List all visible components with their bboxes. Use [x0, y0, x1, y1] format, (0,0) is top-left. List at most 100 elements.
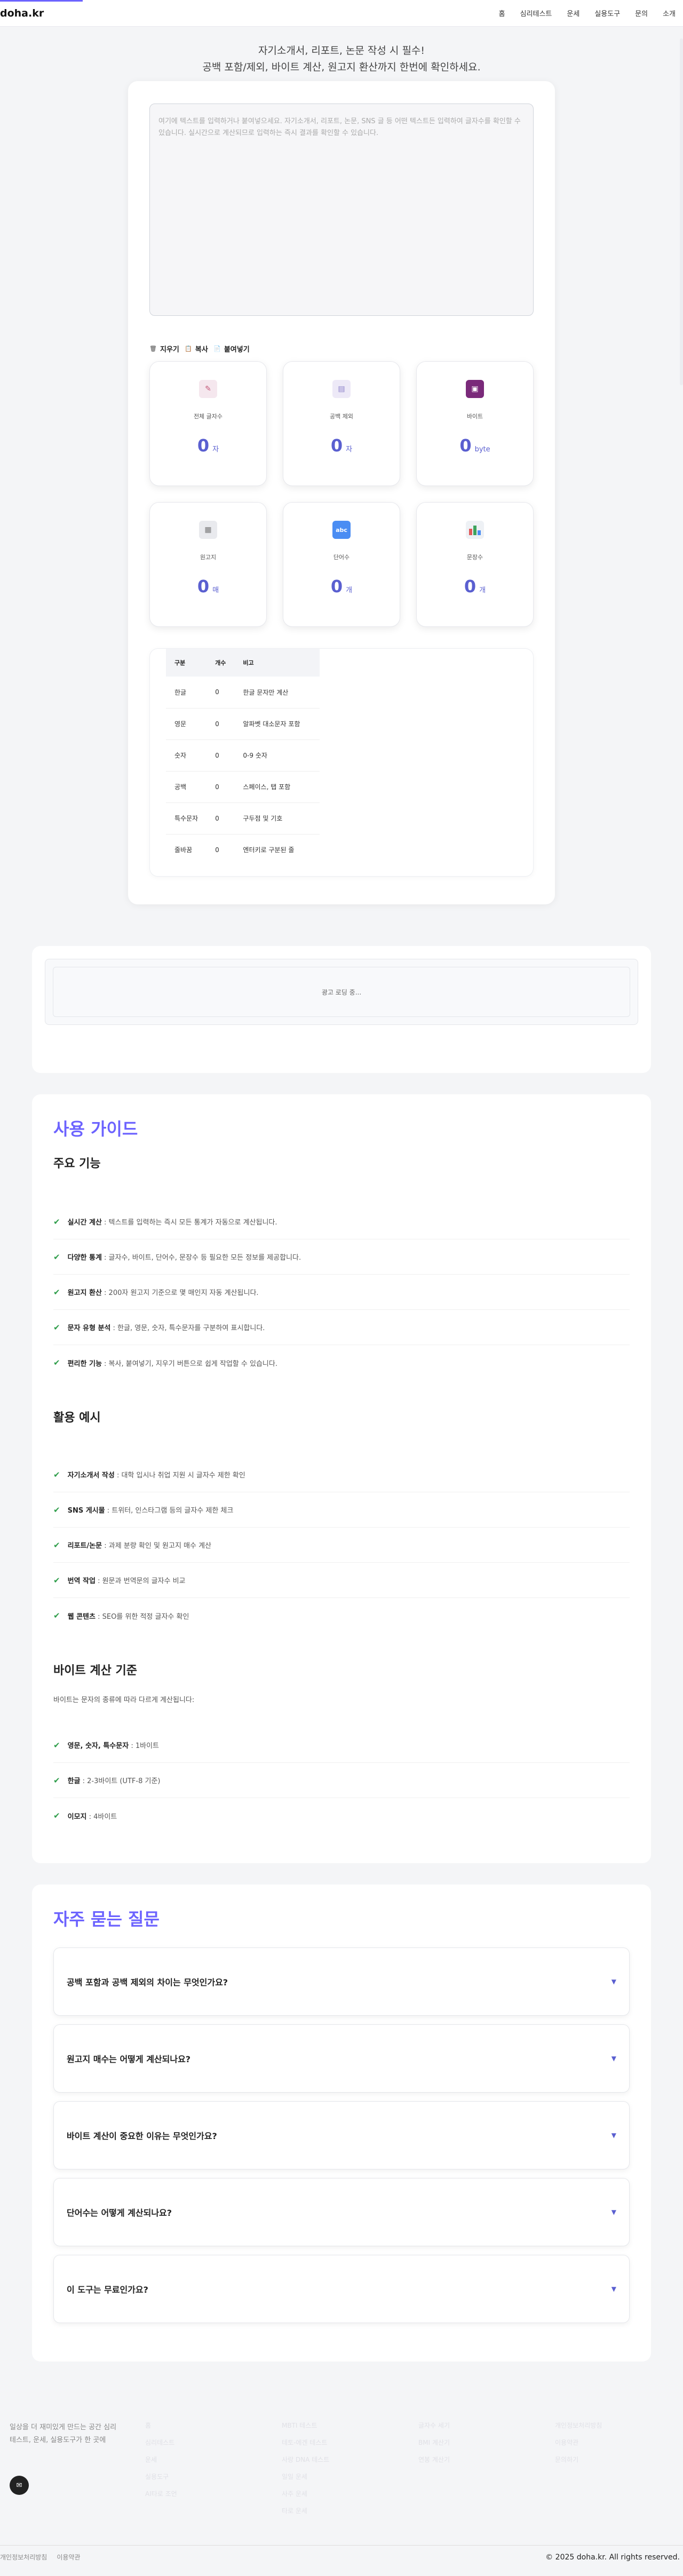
breakdown-table: 구분 개수 비고 한글 0 한글 문자만 계산 영문 0 알파벳 대소문자 포함… — [166, 649, 320, 865]
table-cell: 엔터키로 구분된 줄 — [243, 846, 295, 854]
paste-button[interactable]: 📄 붙여넣기 — [213, 344, 250, 354]
stat-label: 단어수 — [333, 554, 350, 561]
stat-card-words: abc 단어수 0개 — [283, 502, 400, 627]
usage-guide-section: 사용 가이드 주요 기능 ✔ 실시간 계산 : 텍스트를 입력하는 즉시 모든 통… — [32, 1094, 651, 1863]
footer-link[interactable]: 실용도구 — [145, 2468, 282, 2485]
table-cell: 0-9 숫자 — [234, 740, 320, 772]
footer-link[interactable]: 일일 운세 — [282, 2468, 418, 2485]
stat-label: 문장수 — [466, 554, 483, 561]
table-row: 특수문자 0 구두점 및 기호 — [166, 802, 320, 834]
stat-card-total-chars: ✎ 전체 글자수 0자 — [149, 361, 267, 486]
footer-link[interactable]: BMI 계산기 — [418, 2434, 555, 2451]
breakdown-table-card: 구분 개수 비고 한글 0 한글 문자만 계산 영문 0 알파벳 대소문자 포함… — [149, 648, 534, 877]
faq-item[interactable]: 공백 포함과 공백 제외의 차이는 무엇인가요? ▼ — [53, 1947, 630, 2016]
paste-label: 붙여넣기 — [224, 346, 250, 354]
list-item: ✔ 번역 작업 : 원문과 번역문의 글자수 비교 — [53, 1563, 630, 1598]
footer-link[interactable]: 타로 운세 — [282, 2502, 418, 2519]
footer-link[interactable]: 글자수 세기 — [418, 2417, 555, 2434]
stat-value: 0 byte — [459, 435, 490, 456]
nav-item-psych-test[interactable]: 심리테스트 — [513, 8, 560, 18]
nav-item-home[interactable]: 홈 — [491, 8, 513, 18]
faq-item[interactable]: 이 도구는 무료인가요? ▼ — [53, 2255, 630, 2323]
terms-link[interactable]: 이용약관 — [57, 2553, 80, 2562]
nav-item-about[interactable]: 소개 — [655, 8, 679, 18]
abc-icon: abc — [332, 521, 351, 539]
ad-section: 광고 로딩 중... — [32, 946, 651, 1073]
examples-title: 활용 예시 — [53, 1411, 101, 1425]
footer-link[interactable]: 운세 — [145, 2451, 282, 2468]
privacy-link[interactable]: 개인정보처리방침 — [0, 2553, 47, 2562]
mail-icon[interactable]: ✉ — [10, 2476, 29, 2495]
list-item: ✔ 웹 콘텐츠 : SEO를 위한 적정 글자수 확인 — [53, 1611, 189, 1621]
copyright-text: © 2025 doha.kr. All rights reserved. — [545, 2553, 680, 2562]
table-cell: 스페이스, 탭 포함 — [234, 771, 320, 803]
stat-label: 공백 제외 — [330, 413, 353, 420]
examples-list: ✔ 자기소개서 작성 : 대학 입시나 취업 지원 시 글자수 제한 확인 ✔ SN… — [53, 1457, 630, 1633]
byte-list: ✔ 영문, 숫자, 특수문자 : 1바이트 ✔ 한글 : 2-3바이트 (UTF-8… — [53, 1728, 630, 1833]
table-cell: 알파벳 대소문자 포함 — [234, 708, 320, 740]
faq-item[interactable]: 단어수는 어떻게 계산되나요? ▼ — [53, 2178, 630, 2246]
chevron-down-icon: ▼ — [611, 2132, 616, 2139]
list-item: ✔ 이모지 : 4바이트 — [53, 1811, 117, 1821]
footer-link[interactable]: 홈 — [145, 2417, 282, 2434]
column-header: 구분 — [166, 649, 207, 677]
list-item: ✔ SNS 게시물 : 트위터, 인스타그램 등의 글자수 제한 체크 — [53, 1492, 630, 1528]
paste-icon: 📄 — [213, 345, 221, 352]
stat-card-no-space: ▤ 공백 제외 0자 — [283, 361, 400, 486]
faq-title: 자주 묻는 질문 — [53, 1909, 160, 1929]
clipboard-icon: 📋 — [185, 345, 192, 352]
document-pencil-icon: ✎ — [199, 380, 217, 398]
action-row: 🗑 지우기 📋 복사 📄 붙여넣기 — [149, 344, 534, 354]
footer-link[interactable]: 사주 운세 — [282, 2485, 418, 2502]
footer-link[interactable]: 개인정보처리방침 — [555, 2417, 683, 2434]
faq-item[interactable]: 바이트 계산이 중요한 이유는 무엇인가요? ▼ — [53, 2101, 630, 2169]
table-cell: 공백 — [166, 771, 207, 803]
stat-value: 0매 — [197, 576, 219, 597]
faq-item[interactable]: 원고지 매수는 어떻게 계산되나요? ▼ — [53, 2024, 630, 2093]
site-logo[interactable]: doha.kr — [0, 7, 44, 19]
page-scrollbar[interactable] — [680, 38, 683, 385]
copy-button[interactable]: 📋 복사 — [185, 344, 208, 354]
footer-link[interactable]: AI타로 조언 — [145, 2485, 282, 2502]
stat-value: 0개 — [330, 576, 353, 597]
nav-item-contact[interactable]: 문의 — [628, 8, 655, 18]
table-cell: 0 — [207, 802, 235, 834]
site-footer: 일상을 더 재미있게 만드는 공간 심리테스트, 운세, 실용도구가 한 곳에 … — [0, 2384, 683, 2576]
footer-bottom: 개인정보처리방침 이용약관 © 2025 doha.kr. All rights… — [0, 2545, 683, 2569]
footer-col-main: 홈 심리테스트 운세 실용도구 AI타로 조언 — [145, 2417, 282, 2519]
list-item: ✔ 다양한 통계 : 글자수, 바이트, 단어수, 문장수 등 필요한 모든 정보… — [53, 1239, 630, 1275]
table-row: 한글 0 한글 문자만 계산 — [166, 677, 320, 709]
footer-link[interactable]: 사랑 DNA 테스트 — [282, 2451, 418, 2468]
text-input-area[interactable]: 여기에 텍스트를 입력하거나 붙여넣으세요. 자기소개서, 리포트, 논문, S… — [149, 104, 534, 316]
footer-link[interactable]: 문의하기 — [555, 2451, 683, 2468]
table-cell: 줄바꿈 — [174, 846, 193, 854]
nav-item-fortune[interactable]: 운세 — [559, 8, 587, 18]
site-header: doha.kr 홈 심리테스트 운세 실용도구 문의 소개 — [0, 0, 683, 27]
footer-link[interactable]: 이용약관 — [555, 2434, 683, 2451]
list-item: ✔ 영문, 숫자, 특수문자 : 1바이트 — [53, 1728, 630, 1763]
footer-link[interactable]: 심리테스트 — [145, 2434, 282, 2451]
ad-slot[interactable]: 광고 로딩 중... — [53, 967, 630, 1017]
table-row: 공백 0 스페이스, 탭 포함 — [166, 771, 320, 803]
footer-col-tools: 글자수 세기 BMI 계산기 연봉 계산기 — [418, 2417, 555, 2519]
table-row: 줄바꿈 0 엔터키로 구분된 줄 — [166, 834, 320, 865]
chevron-down-icon: ▼ — [611, 1978, 616, 1985]
byte-title: 바이트 계산 기준 — [53, 1664, 137, 1677]
footer-link[interactable]: MBTI 테스트 — [282, 2417, 418, 2434]
footer-link[interactable]: 연봉 계산기 — [418, 2451, 555, 2468]
clear-button[interactable]: 🗑 지우기 — [149, 344, 179, 354]
stat-value: 0자 — [330, 435, 353, 456]
check-icon: ✔ — [53, 1775, 60, 1785]
list-item: ✔ 실시간 계산 : 텍스트를 입력하는 즉시 모든 통계가 자동으로 계산됩니다… — [53, 1204, 630, 1239]
legal-links: 개인정보처리방침 이용약관 — [0, 2553, 81, 2562]
table-cell: 영문 — [166, 708, 207, 740]
faq-section: 자주 묻는 질문 공백 포함과 공백 제외의 차이는 무엇인가요? ▼ 원고지 매… — [32, 1885, 651, 2362]
trash-icon: 🗑 — [149, 345, 157, 352]
check-icon: ✔ — [53, 1358, 60, 1367]
nav-item-tools[interactable]: 실용도구 — [587, 8, 628, 18]
footer-link[interactable]: 테토-에겐 테스트 — [282, 2434, 418, 2451]
table-cell: 0 — [207, 740, 235, 772]
stat-label: 원고지 — [200, 554, 217, 561]
bar-chart-icon — [466, 521, 484, 539]
stats-grid: ✎ 전체 글자수 0자 ▤ 공백 제외 0자 ▣ 바이트 0 byte ▦ 원고지… — [149, 361, 534, 627]
